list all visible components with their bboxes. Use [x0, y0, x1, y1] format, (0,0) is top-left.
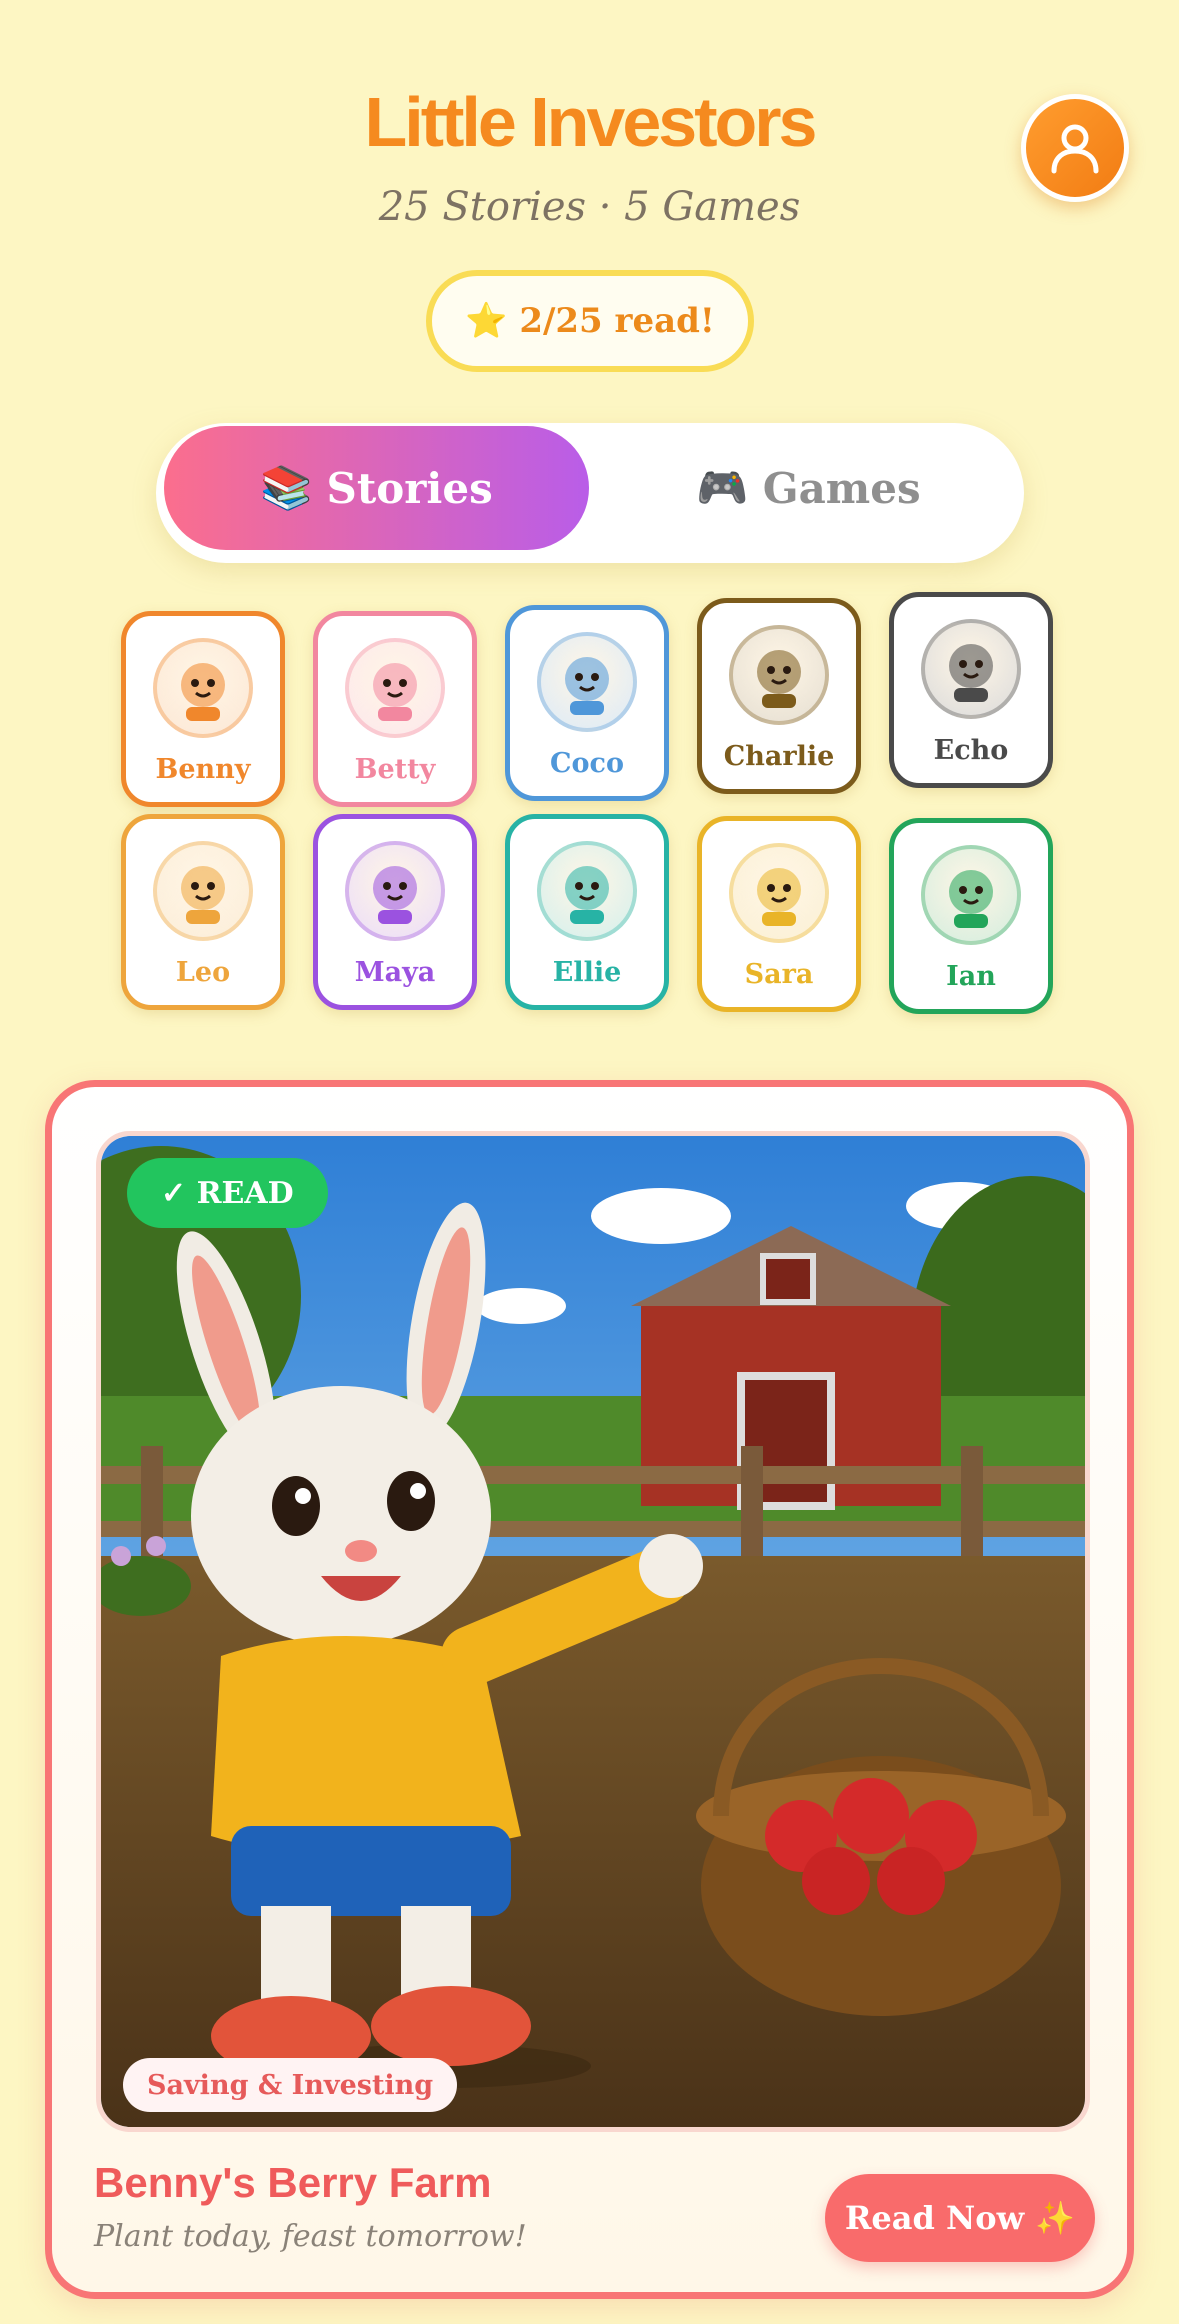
tab-stories-label: Stories [326, 463, 493, 513]
character-name: Benny [155, 754, 251, 785]
category-badge: Saving & Investing [123, 2058, 458, 2112]
character-name: Echo [933, 735, 1009, 766]
character-avatar [153, 638, 253, 738]
story-cover-image: ✓ READ Saving & Investing [96, 1131, 1090, 2132]
app-title: Little Investors [364, 83, 818, 161]
character-avatar [729, 843, 829, 943]
progress-badge: ⭐ 2/25 read! [426, 270, 754, 372]
character-avatar [921, 619, 1021, 719]
character-avatar [345, 638, 445, 738]
story-tagline: Plant today, feast tomorrow! [94, 2219, 527, 2254]
character-avatar [537, 841, 637, 941]
game-controller-icon: 🎮 [696, 463, 749, 512]
character-card[interactable]: Benny [121, 611, 285, 807]
tab-games[interactable]: 🎮 Games [596, 426, 1021, 550]
character-name: Maya [354, 957, 436, 988]
page-subtitle: 25 Stories · 5 Games [378, 184, 801, 230]
books-icon: 📚 [260, 463, 313, 512]
story-title: Benny's Berry Farm [94, 2159, 492, 2206]
character-name: Betty [354, 754, 436, 785]
character-name: Sara [744, 959, 814, 990]
read-status-badge: ✓ READ [127, 1158, 328, 1228]
character-card[interactable]: Sara [697, 816, 861, 1012]
character-name: Leo [175, 957, 231, 988]
character-card[interactable]: Leo [121, 814, 285, 1010]
character-card[interactable]: Coco [505, 605, 669, 801]
tab-games-label: Games [762, 463, 921, 513]
character-card[interactable]: Betty [313, 611, 477, 807]
tab-stories[interactable]: 📚 Stories [164, 426, 589, 550]
character-card[interactable]: Ian [889, 818, 1053, 1014]
read-now-button[interactable]: Read Now ✨ [825, 2174, 1095, 2262]
character-card[interactable]: Maya [313, 814, 477, 1010]
character-avatar [729, 625, 829, 725]
featured-story-card[interactable]: ✓ READ Saving & Investing Benny's Berry … [45, 1080, 1134, 2299]
user-icon [1051, 124, 1099, 174]
character-name: Charlie [723, 741, 835, 772]
character-name: Coco [550, 748, 624, 779]
character-card[interactable]: Ellie [505, 814, 669, 1010]
character-name: Ian [946, 961, 996, 992]
bunny-farm-illustration [101, 1136, 1085, 2127]
character-avatar [537, 632, 637, 732]
character-avatar [921, 845, 1021, 945]
character-name: Ellie [552, 957, 622, 988]
character-avatar [153, 841, 253, 941]
character-avatar [345, 841, 445, 941]
content-tabs: 📚 Stories 🎮 Games [156, 423, 1024, 563]
character-card[interactable]: Charlie [697, 598, 861, 794]
character-card[interactable]: Echo [889, 592, 1053, 788]
